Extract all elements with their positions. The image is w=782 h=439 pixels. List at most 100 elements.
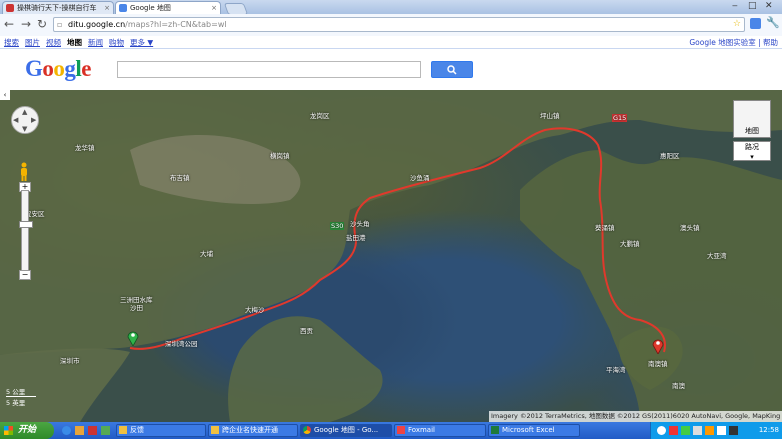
map-label: 葵涌镇 xyxy=(595,224,615,232)
system-tray: 12:58 xyxy=(650,422,782,439)
highway-shield: S30 xyxy=(330,222,345,230)
task-label: Foxmail xyxy=(408,426,435,434)
map-label: 大鹏镇 xyxy=(620,240,640,248)
close-window-icon[interactable]: ✕ xyxy=(765,1,773,11)
url-host: ditu.google.cn xyxy=(68,20,126,29)
ie-icon[interactable] xyxy=(62,426,71,435)
taskbar-item-chrome[interactable]: Google 地图 - Go... xyxy=(300,424,392,437)
close-tab-icon[interactable]: × xyxy=(104,2,110,14)
collapse-panel-icon[interactable]: ‹ xyxy=(0,90,10,100)
minimize-icon[interactable]: ‒ xyxy=(732,1,738,11)
chevron-down-icon: ▾ xyxy=(750,153,754,161)
gbar-link-video[interactable]: 视频 xyxy=(46,38,61,47)
map-attribution: Imagery ©2012 TerraMetrics, 地图数据 ©2012 G… xyxy=(489,411,782,422)
taskbar-item[interactable]: 反馈 xyxy=(116,424,206,437)
search-button[interactable] xyxy=(431,61,473,78)
traffic-button[interactable]: 路况 ▾ xyxy=(733,141,771,161)
folder-icon[interactable] xyxy=(75,426,84,435)
start-label: 开始 xyxy=(18,425,37,435)
gbar-link-images[interactable]: 图片 xyxy=(25,38,40,47)
task-label: Google 地图 - Go... xyxy=(314,426,379,434)
clock[interactable]: 12:58 xyxy=(759,422,779,439)
bookmark-star-icon[interactable]: ☆ xyxy=(733,18,741,31)
map-type-label: 地图 xyxy=(745,127,759,135)
pan-right-icon[interactable]: ▶ xyxy=(31,116,36,124)
forward-arrow-icon[interactable]: → xyxy=(21,17,31,31)
task-label: 反馈 xyxy=(130,426,144,434)
pan-down-icon[interactable]: ▼ xyxy=(22,125,27,133)
gbar-link-search[interactable]: 搜索 xyxy=(4,38,19,47)
maximize-icon[interactable]: □ xyxy=(748,1,757,11)
windows-logo-icon xyxy=(4,426,13,435)
maps-labs-help-links[interactable]: Google 地图实验室 | 帮助 xyxy=(689,37,778,48)
zoom-slider[interactable] xyxy=(19,190,33,278)
map-label: 澳头镇 xyxy=(680,224,700,232)
map-label: 龙华镇 xyxy=(75,144,95,152)
map-label: 深圳市 xyxy=(60,357,80,365)
reload-icon[interactable]: ↻ xyxy=(37,17,47,31)
map-type-button[interactable]: 地图 xyxy=(733,100,771,138)
google-maps-favicon-icon xyxy=(119,4,127,12)
tray-icon[interactable] xyxy=(669,426,678,435)
taskbar-item[interactable]: Foxmail xyxy=(394,424,486,437)
zoom-slider-handle[interactable] xyxy=(19,221,33,228)
quicklaunch-icon[interactable] xyxy=(101,426,110,435)
map-label: 龙岗区 xyxy=(310,112,330,120)
map-label: 布吉镇 xyxy=(170,174,190,182)
back-arrow-icon[interactable]: ← xyxy=(4,17,14,31)
tab-bicycle-site[interactable]: 操棋骑行天下-操棋自行车 × xyxy=(2,1,114,14)
search-icon xyxy=(447,65,457,75)
folder-icon xyxy=(211,426,219,434)
scale-km: 5 公里 xyxy=(6,386,36,397)
tray-icon[interactable] xyxy=(705,426,714,435)
close-tab-icon[interactable]: × xyxy=(211,2,217,14)
tray-icon[interactable] xyxy=(681,426,690,435)
folder-icon xyxy=(119,426,127,434)
map-label: 沙头角 xyxy=(350,220,370,228)
site-favicon-icon xyxy=(6,4,14,12)
foxmail-icon xyxy=(397,426,405,434)
taskbar-item[interactable]: 跨企业名快速开通 xyxy=(208,424,298,437)
pan-control[interactable]: ▲ ▼ ◀ ▶ xyxy=(11,106,39,134)
highway-shield: G15 xyxy=(612,114,628,122)
tray-icon[interactable] xyxy=(693,426,702,435)
task-label: 跨企业名快速开通 xyxy=(222,426,278,434)
page-icon: ▫ xyxy=(57,20,63,29)
tray-icon[interactable] xyxy=(657,426,666,435)
tab-label: 操棋骑行天下-操棋自行车 xyxy=(17,4,97,12)
end-marker-icon[interactable] xyxy=(652,338,664,354)
map-label: 西贡 xyxy=(300,327,313,335)
taskbar-item[interactable]: Microsoft Excel xyxy=(488,424,580,437)
gbar-links: 搜索 图片 视频 地图 新闻 购物 更多 ▼ xyxy=(4,37,159,48)
gbar-link-shopping[interactable]: 购物 xyxy=(109,38,124,47)
url-path: /maps?hl=zh-CN&tab=wl xyxy=(125,20,227,29)
scale-mi: 5 英里 xyxy=(6,399,26,407)
browser-toolbar: ← → ↻ ▫ ditu.google.cn/maps?hl=zh-CN&tab… xyxy=(0,14,782,37)
gbar-link-news[interactable]: 新闻 xyxy=(88,38,103,47)
volume-icon[interactable] xyxy=(717,426,726,435)
quicklaunch-icon[interactable] xyxy=(88,426,97,435)
network-icon[interactable] xyxy=(729,426,738,435)
windows-taskbar: 开始 反馈 跨企业名快速开通 Google 地图 - Go... Foxmail… xyxy=(0,422,782,439)
satellite-map[interactable]: 深圳市 龙岗区 横岗镇 坪山镇 葵涌镇 大鹏镇 南澳镇 盐田港 沙头角 大亚湾 … xyxy=(0,90,782,422)
map-search-input[interactable] xyxy=(117,61,421,78)
pan-left-icon[interactable]: ◀ xyxy=(13,116,18,124)
tab-label: Google 地图 xyxy=(130,4,171,12)
start-button[interactable]: 开始 xyxy=(0,422,54,439)
start-marker-icon[interactable] xyxy=(127,330,139,346)
wrench-menu-icon[interactable]: 🔧 xyxy=(766,16,780,29)
tab-google-maps[interactable]: Google 地图 × xyxy=(115,1,221,14)
map-label: 三洲田水库 xyxy=(120,296,153,304)
traffic-label: 路况 xyxy=(745,143,759,151)
map-scale: 5 公里 5 英里 xyxy=(6,386,36,407)
gbar-link-maps[interactable]: 地图 xyxy=(67,38,82,47)
gbar-link-more[interactable]: 更多 ▼ xyxy=(130,38,153,47)
extension-icon[interactable] xyxy=(750,18,761,29)
google-logo[interactable]: Google xyxy=(25,56,91,82)
zoom-out-button[interactable]: − xyxy=(19,270,31,280)
map-label: 盐田港 xyxy=(346,234,366,242)
street-view-pegman-icon[interactable] xyxy=(19,162,29,182)
address-bar-input[interactable]: ▫ ditu.google.cn/maps?hl=zh-CN&tab=wl ☆ xyxy=(53,17,745,32)
pan-up-icon[interactable]: ▲ xyxy=(22,108,27,116)
task-label: Microsoft Excel xyxy=(502,426,555,434)
